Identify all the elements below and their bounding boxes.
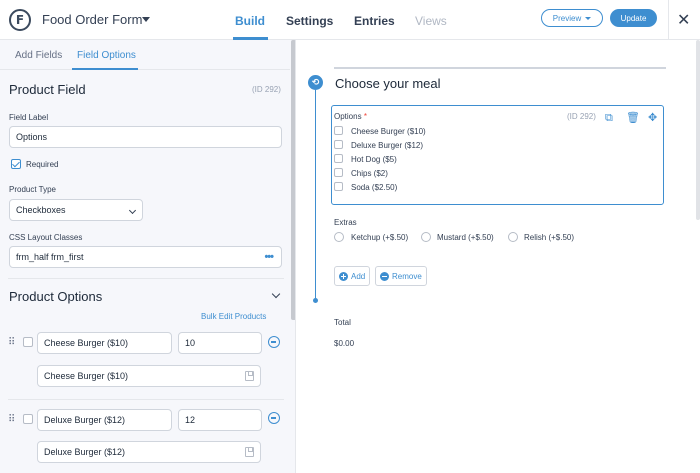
tab-entries[interactable]: Entries [354,14,395,28]
field-label-label: Field Label [9,113,49,122]
section-line [315,90,316,300]
drag-handle-icon[interactable]: ⠿ [8,337,15,348]
sidebar-scrollbar[interactable] [291,40,295,320]
radio-label: Mustard (+$.50) [437,233,494,242]
field-id: (ID 292) [567,112,596,121]
active-tab-indicator [72,68,138,70]
saved-value-text: Deluxe Burger ($12) [44,447,126,457]
field-id: (ID 292) [252,85,281,94]
sidebar-tabs: Add Fields Field Options [0,40,290,70]
section-top-border [334,67,666,69]
add-button[interactable]: Add [334,266,371,286]
move-icon[interactable]: ✥ [648,111,657,124]
product-type-label: Product Type [9,185,56,194]
product-options-title: Product Options [9,289,103,304]
tab-field-options[interactable]: Field Options [77,50,136,61]
choice-label: Hot Dog ($5) [351,155,397,164]
duplicate-icon[interactable]: ⧉ [605,111,613,125]
divider [668,0,669,40]
divider [8,399,284,400]
css-classes-label: CSS Layout Classes [9,233,83,242]
chevron-down-icon[interactable] [271,289,281,299]
close-icon[interactable]: ✕ [677,10,690,29]
tab-views[interactable]: Views [415,14,447,28]
remove-option-icon[interactable] [268,412,280,424]
tab-settings[interactable]: Settings [286,14,333,28]
option-name-input[interactable]: Deluxe Burger ($12) [37,409,172,431]
saved-value-text: Cheese Burger ($10) [44,371,129,381]
section-collapse-icon[interactable]: ⟲ [308,75,323,90]
checkbox[interactable] [334,126,343,135]
extras-label: Extras [334,218,357,227]
more-options-icon[interactable]: ••• [264,251,274,263]
update-button[interactable]: Update [610,9,657,27]
radio-button[interactable] [334,232,344,242]
trash-icon[interactable]: 🗑 [626,111,640,124]
choice-label: Cheese Burger ($10) [351,127,426,136]
chevron-down-icon [585,16,592,20]
css-classes-input[interactable]: frm_half frm_first ••• [9,246,282,268]
checkbox[interactable] [334,182,343,191]
default-option-checkbox[interactable] [23,337,33,347]
checkbox[interactable] [334,154,343,163]
choice-label: Deluxe Burger ($12) [351,141,424,150]
divider [8,278,284,279]
plus-circle-icon [339,271,348,281]
product-type-select[interactable]: Checkboxes [9,199,143,221]
top-bar: F Food Order Form Build Settings Entries… [0,0,700,40]
radio-label: Relish (+$.50) [524,233,575,242]
option-name-input[interactable]: Cheese Burger ($10) [37,332,172,354]
save-icon [245,371,254,381]
option-price-input[interactable]: 12 [178,409,262,431]
field-label-input[interactable]: Options [9,126,282,148]
remove-option-icon[interactable] [268,336,280,348]
product-type-value: Checkboxes [16,205,66,215]
chevron-down-icon[interactable] [142,17,150,22]
option-saved-value-input[interactable]: Deluxe Burger ($12) [37,441,261,463]
option-saved-value-input[interactable]: Cheese Burger ($10) [37,365,261,387]
remove-button[interactable]: Remove [375,266,427,286]
field-options-sidebar: Add Fields Field Options Product Field (… [0,40,296,473]
add-label: Add [351,271,366,281]
remove-label: Remove [392,271,422,281]
radio-label: Ketchup (+$.50) [351,233,409,242]
css-classes-value: frm_half frm_first [16,252,84,262]
bulk-edit-products-link[interactable]: Bulk Edit Products [201,312,266,321]
section-end-marker [313,298,318,303]
option-price-input[interactable]: 10 [178,332,262,354]
required-checkbox[interactable] [11,159,21,169]
radio-button[interactable] [421,232,431,242]
options-label-text: Options [334,112,362,121]
choice-label: Chips ($2) [351,169,388,178]
formidable-logo-icon[interactable]: F [9,9,31,31]
form-title[interactable]: Food Order Form [42,12,142,27]
checkbox[interactable] [334,140,343,149]
tab-add-fields[interactable]: Add Fields [15,50,62,61]
canvas-scrollbar[interactable] [696,40,700,220]
default-option-checkbox[interactable] [23,414,33,424]
preview-label: Preview [552,13,582,23]
tab-build[interactable]: Build [235,14,265,28]
choice-label: Soda ($2.50) [351,183,398,192]
drag-handle-icon[interactable]: ⠿ [8,414,15,425]
minus-circle-icon [380,271,389,281]
section-title[interactable]: Choose your meal [335,76,441,91]
radio-button[interactable] [508,232,518,242]
options-field-label: Options * [334,112,367,121]
preview-button[interactable]: Preview [541,9,603,27]
required-mark: * [363,112,367,121]
save-icon [245,447,254,457]
required-label: Required [26,160,59,169]
total-value: $0.00 [334,339,355,348]
total-label: Total [334,318,351,327]
product-field-title: Product Field [9,82,86,97]
logo-letter: F [15,13,25,27]
checkbox[interactable] [334,168,343,177]
chevron-down-icon [128,206,137,215]
